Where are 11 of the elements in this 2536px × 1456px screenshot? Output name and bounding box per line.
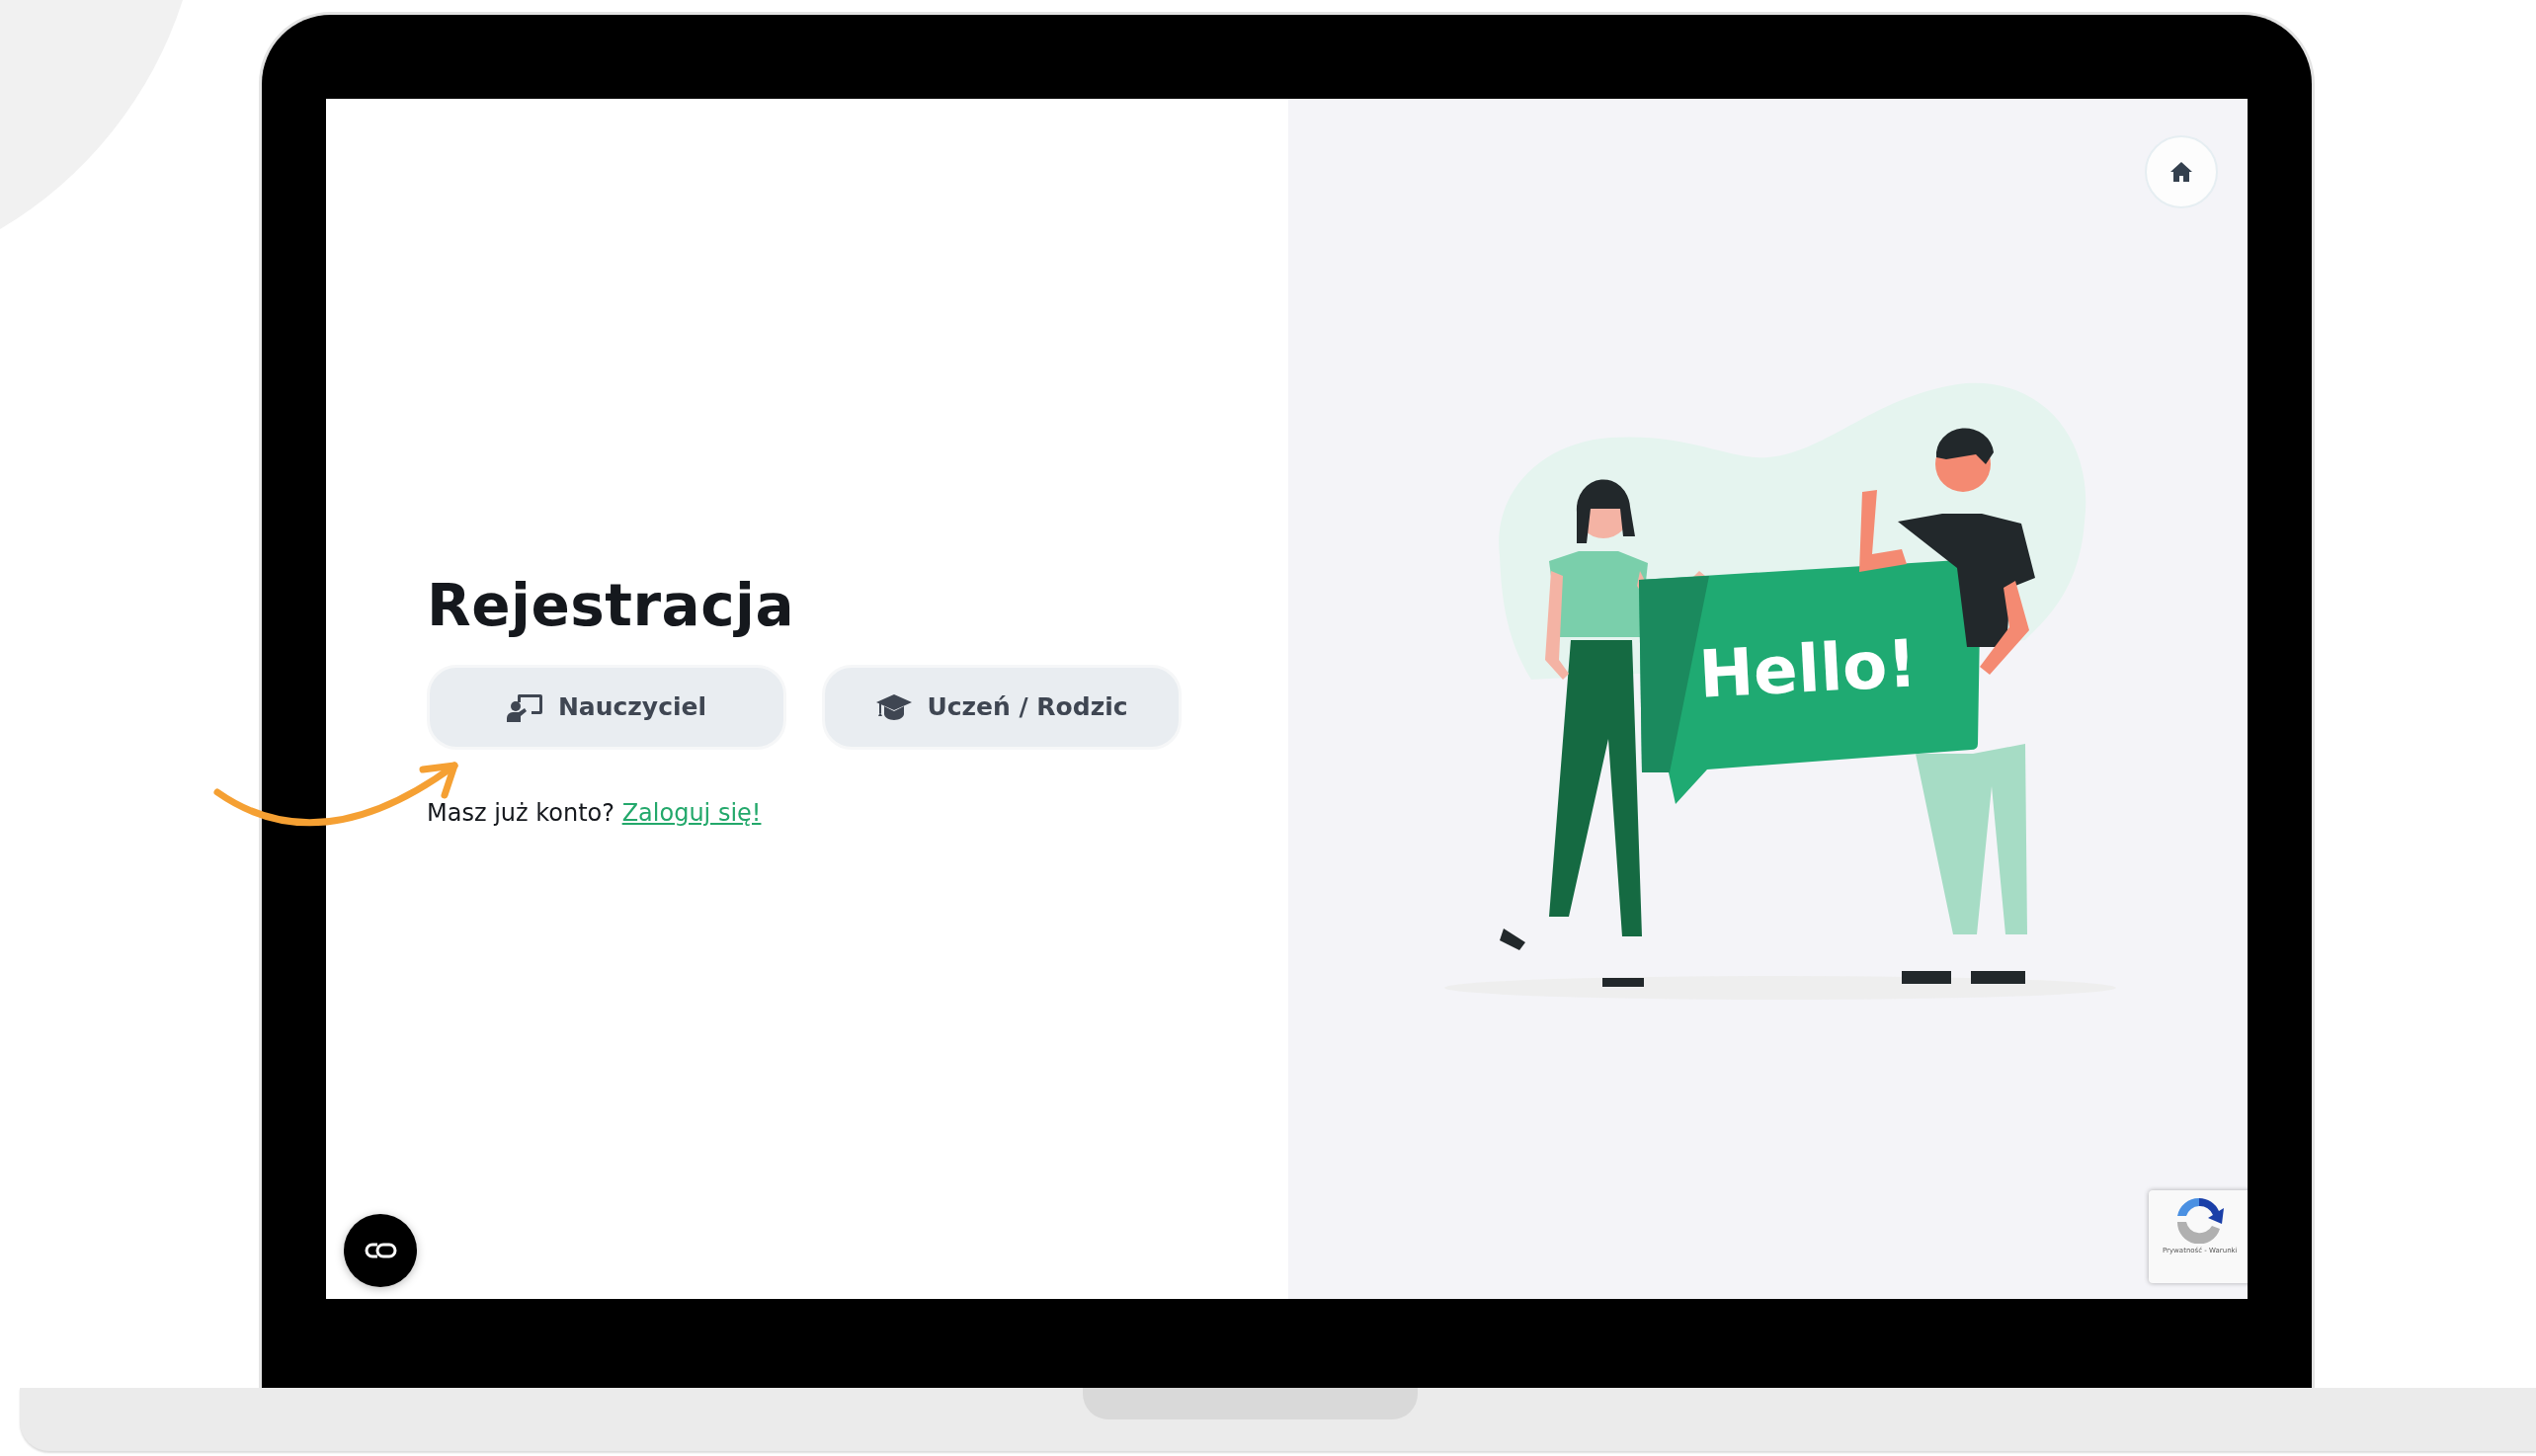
role-button[interactable]: Uczeń / Rodzic [822, 664, 1182, 750]
login-prompt: Masz już konto? Zaloguj się! [427, 798, 763, 827]
home-icon [2169, 161, 2193, 183]
chat-button[interactable] [344, 1214, 417, 1287]
loop-icon [364, 1242, 397, 1259]
teacher-icon [506, 691, 544, 722]
graduation-cap-icon [875, 692, 914, 721]
page-title: Rejestracja [427, 571, 796, 639]
role-button[interactable]: Nauczyciel [427, 664, 786, 750]
banner-text: Hello! [1696, 624, 1919, 713]
recaptcha-icon [2174, 1196, 2224, 1244]
